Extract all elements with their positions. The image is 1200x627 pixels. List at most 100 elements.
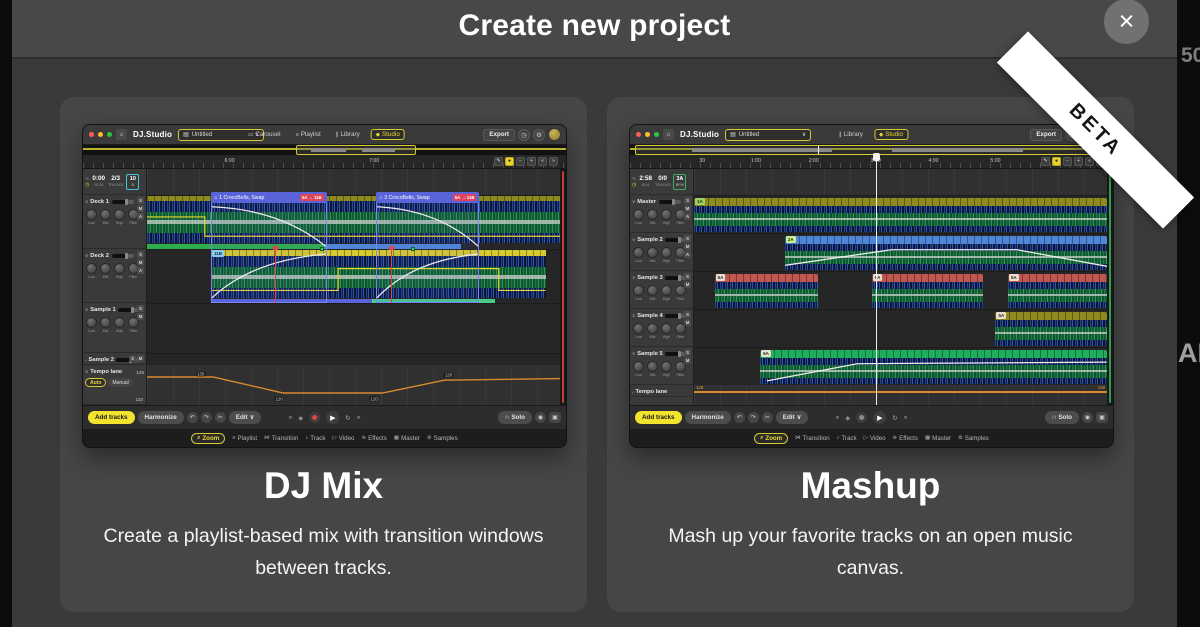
project-name: Untitled	[739, 132, 799, 138]
A-button: A	[137, 267, 144, 274]
add-tracks-button: Add tracks	[88, 411, 135, 424]
chevron-down-icon: ∨	[802, 131, 806, 138]
M-button: M	[684, 205, 691, 212]
sample2-lane	[147, 353, 560, 365]
key-change-badge: 5A → 11B	[300, 194, 324, 201]
channel-name: Sample 4	[637, 313, 662, 319]
S-button: S	[684, 235, 691, 242]
mid-knob	[100, 317, 111, 328]
dj-mix-card[interactable]: ⌂ DJ.Studio ▤Untitled∨ ▭Carousel≡Playlis…	[60, 97, 587, 612]
S-button: S	[684, 197, 691, 204]
channel-panel: ∿◷ 2:588:24 0/0TRACKS 3ABPM ∨ Master SMA…	[630, 169, 694, 405]
traffic-light-close-icon	[89, 132, 94, 137]
chevron-down-icon: ∨	[797, 414, 802, 421]
high-knob	[661, 285, 672, 296]
topbar-actions: Export ◷ ⚙	[483, 128, 561, 141]
studio-icon: ◆	[376, 132, 380, 138]
M-button: M	[137, 205, 144, 212]
monitor-icon: ◈	[845, 414, 850, 422]
M-button: M	[684, 319, 691, 326]
M-button: M	[684, 281, 691, 288]
close-button[interactable]: ×	[1104, 0, 1149, 44]
transition-window: ⌂1 CrocoBells, Swap5A → 11B	[211, 202, 327, 303]
chevron-down-icon: ∨	[632, 313, 635, 319]
low-knob	[86, 317, 97, 328]
channel-name: Sample 5	[637, 351, 662, 357]
high-knob	[661, 247, 672, 258]
key-badge: 1A	[695, 198, 705, 205]
card-title: Mashup	[607, 465, 1134, 507]
channel-mute-solo: SMA	[684, 197, 691, 220]
clock-icon: ◷	[632, 182, 636, 188]
nav-item-studio: ◆Studio	[874, 129, 908, 140]
mashup-preview-image: ⌂ DJ.Studio ▤Untitled∨ ∥Library◆Studio E…	[629, 124, 1114, 448]
time-readout: 2:588:24	[639, 176, 652, 188]
home-icon: ⌂	[663, 129, 674, 140]
low-knob	[633, 247, 644, 258]
skip-back-icon: «	[289, 414, 293, 421]
fade-curve	[377, 203, 478, 250]
cue-marker-green	[411, 247, 415, 251]
time-readout: 0:0010:26	[92, 176, 105, 188]
transition-icon: ⋈	[264, 435, 270, 441]
mid-knob	[647, 285, 658, 296]
channel-name: Master	[637, 199, 656, 205]
channel-panel: ∿◷ 0:0010:26 2/3TRACKS 10B ∨ Deck 1 SMA …	[83, 169, 147, 405]
channel-mute-solo: SM	[137, 305, 144, 320]
M-button: M	[684, 357, 691, 364]
mashup-card[interactable]: ⌂ DJ.Studio ▤Untitled∨ ∥Library◆Studio E…	[607, 97, 1134, 612]
eq-knobs: LowMidHighFilter	[632, 321, 691, 341]
high-knob	[661, 323, 672, 334]
channel-mute-solo: SM	[129, 355, 144, 362]
tempo-value-label: 128	[696, 385, 703, 390]
S-button: S	[684, 349, 691, 356]
overview-segment	[311, 148, 347, 152]
tab-zoom: ⌕Zoom	[754, 433, 788, 444]
cut-icon: ✂	[215, 412, 226, 423]
traffic-light-zoom-icon	[107, 132, 112, 137]
fade-curve	[377, 250, 478, 302]
channel-mute-solo: SMA	[684, 235, 691, 258]
channel-sample-2: ∨ Sample 2 SMA LowMidHighFilter	[630, 233, 693, 271]
clip-header	[1008, 274, 1107, 282]
zoom-icon: ⌕	[197, 435, 200, 442]
track-icon: ♪	[837, 435, 840, 441]
channel-sample-2: › Sample 2 SM	[83, 353, 146, 365]
video-icon: ▷	[333, 435, 337, 441]
nav-item-studio: ◆Studio	[371, 129, 405, 140]
tempo-value-label: 120	[370, 397, 379, 402]
transport-readout: ∿◷ 2:588:24 0/0TRACKS 3ABPM	[630, 169, 693, 195]
high-knob	[114, 209, 125, 220]
high-knob	[114, 263, 125, 274]
app-nav: ▭Carousel≡Playlist∥Library◆Studio	[244, 129, 405, 140]
A-button: A	[137, 213, 144, 220]
tab-zoom: ⌕Zoom	[191, 433, 225, 444]
loop-icon: ↻	[345, 414, 350, 422]
envelope-line	[785, 244, 1107, 270]
track-lane: 5A 5A 5A	[694, 271, 1107, 309]
clip-waveform	[1008, 282, 1107, 308]
cue-marker-red	[391, 249, 392, 303]
project-name: Untitled	[192, 132, 252, 138]
volume-slider	[112, 254, 134, 258]
channel-name: Sample 3	[637, 275, 662, 281]
pencil-icon: ✎	[1041, 157, 1050, 166]
tempo-value-label: 128	[444, 373, 453, 378]
ruler-time-label: 6:00	[225, 158, 235, 164]
clip-waveform	[872, 282, 984, 308]
channel-name: Sample 1	[90, 307, 115, 313]
zoom-icon: ⌕	[760, 435, 763, 442]
tab-track: ♪Track	[306, 435, 326, 442]
transition-header: ⌂1 CrocoBells, Swap5A → 11B	[211, 192, 327, 203]
M-button: M	[137, 313, 144, 320]
play-button: ▶	[326, 411, 339, 424]
key-badge: 5A	[716, 274, 726, 281]
follow-playhead-icon: ●	[1052, 157, 1061, 166]
doc-icon: ▤	[183, 131, 189, 138]
monitor-icon: ◈	[298, 414, 303, 422]
M-button: M	[684, 243, 691, 250]
video-button: ▣	[1096, 412, 1108, 423]
ruler-tools: ✎ ● − + « »	[494, 157, 558, 166]
channel-master: ∨ Master SMA LowMidHighFilter	[630, 195, 693, 233]
audio-clip: 5A	[995, 312, 1107, 346]
